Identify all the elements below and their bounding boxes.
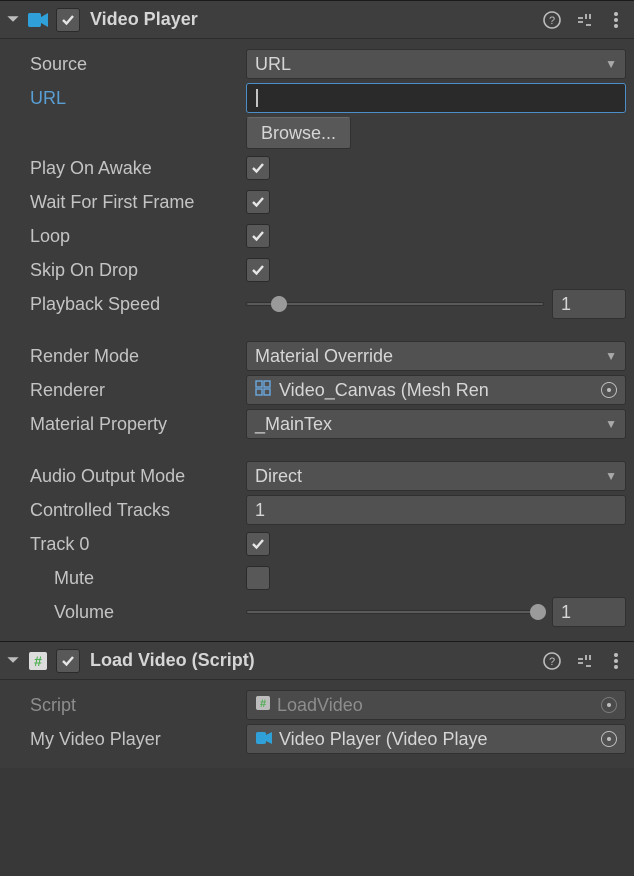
audio-output-label: Audio Output Mode	[30, 466, 246, 487]
loop-checkbox[interactable]	[246, 224, 270, 248]
volume-label: Volume	[30, 602, 246, 623]
svg-text:#: #	[34, 653, 42, 669]
foldout-arrow-icon[interactable]	[6, 12, 22, 28]
component-enable-checkbox[interactable]	[56, 8, 80, 32]
wait-first-frame-label: Wait For First Frame	[30, 192, 246, 213]
my-video-player-field[interactable]: Video Player (Video Playe	[246, 724, 626, 754]
play-on-awake-label: Play On Awake	[30, 158, 246, 179]
controlled-tracks-input[interactable]: 1	[246, 495, 626, 525]
component-enable-checkbox[interactable]	[56, 649, 80, 673]
object-picker-icon	[601, 697, 617, 713]
video-player-icon	[255, 729, 273, 750]
loop-label: Loop	[30, 226, 246, 247]
source-dropdown[interactable]: URL ▼	[246, 49, 626, 79]
object-picker-icon[interactable]	[601, 382, 617, 398]
skip-on-drop-label: Skip On Drop	[30, 260, 246, 281]
mute-checkbox[interactable]	[246, 566, 270, 590]
material-property-label: Material Property	[30, 414, 246, 435]
component-title: Load Video (Script)	[90, 650, 542, 671]
script-field: # LoadVideo	[246, 690, 626, 720]
render-mode-dropdown[interactable]: Material Override ▼	[246, 341, 626, 371]
renderer-field[interactable]: Video_Canvas (Mesh Ren	[246, 375, 626, 405]
track-0-label: Track 0	[30, 534, 246, 555]
render-mode-label: Render Mode	[30, 346, 246, 367]
controlled-tracks-label: Controlled Tracks	[30, 500, 246, 521]
chevron-down-icon: ▼	[605, 57, 617, 71]
audio-output-dropdown[interactable]: Direct ▼	[246, 461, 626, 491]
playback-speed-input[interactable]: 1	[552, 289, 626, 319]
volume-input[interactable]: 1	[552, 597, 626, 627]
playback-speed-label: Playback Speed	[30, 294, 246, 315]
svg-text:?: ?	[549, 656, 555, 668]
volume-slider[interactable]	[246, 602, 544, 622]
chevron-down-icon: ▼	[605, 469, 617, 483]
chevron-down-icon: ▼	[605, 349, 617, 363]
component-title: Video Player	[90, 9, 542, 30]
component-header[interactable]: # Load Video (Script) ?	[0, 642, 634, 680]
chevron-down-icon: ▼	[605, 417, 617, 431]
renderer-label: Renderer	[30, 380, 246, 401]
menu-icon[interactable]	[606, 651, 626, 671]
component-header[interactable]: Video Player ?	[0, 1, 634, 39]
material-property-dropdown[interactable]: _MainTex ▼	[246, 409, 626, 439]
csharp-script-icon: #	[255, 695, 271, 716]
wait-first-frame-checkbox[interactable]	[246, 190, 270, 214]
track-0-checkbox[interactable]	[246, 532, 270, 556]
my-video-player-label: My Video Player	[30, 729, 246, 750]
object-picker-icon[interactable]	[601, 731, 617, 747]
preset-icon[interactable]	[574, 10, 594, 30]
browse-button[interactable]: Browse...	[246, 117, 351, 149]
foldout-arrow-icon[interactable]	[6, 653, 22, 669]
component-body: Script # LoadVideo My Video Player Video…	[0, 680, 634, 768]
help-icon[interactable]: ?	[542, 651, 562, 671]
url-label[interactable]: URL	[30, 88, 246, 109]
svg-text:?: ?	[549, 15, 555, 27]
menu-icon[interactable]	[606, 10, 626, 30]
skip-on-drop-checkbox[interactable]	[246, 258, 270, 282]
source-label: Source	[30, 54, 246, 75]
component-video-player: Video Player ? Source URL ▼ URL	[0, 0, 634, 641]
svg-text:#: #	[260, 698, 266, 710]
component-body: Source URL ▼ URL Browse...	[0, 39, 634, 641]
url-input[interactable]	[246, 83, 626, 113]
text-cursor	[256, 89, 258, 107]
play-on-awake-checkbox[interactable]	[246, 156, 270, 180]
preset-icon[interactable]	[574, 651, 594, 671]
mute-label: Mute	[30, 568, 246, 589]
mesh-renderer-icon	[255, 380, 273, 401]
video-player-icon	[26, 8, 50, 32]
playback-speed-slider[interactable]	[246, 294, 544, 314]
script-label: Script	[30, 695, 246, 716]
source-value: URL	[255, 54, 291, 75]
component-load-video: # Load Video (Script) ? Script # LoadVid…	[0, 641, 634, 768]
help-icon[interactable]: ?	[542, 10, 562, 30]
csharp-script-icon: #	[26, 649, 50, 673]
